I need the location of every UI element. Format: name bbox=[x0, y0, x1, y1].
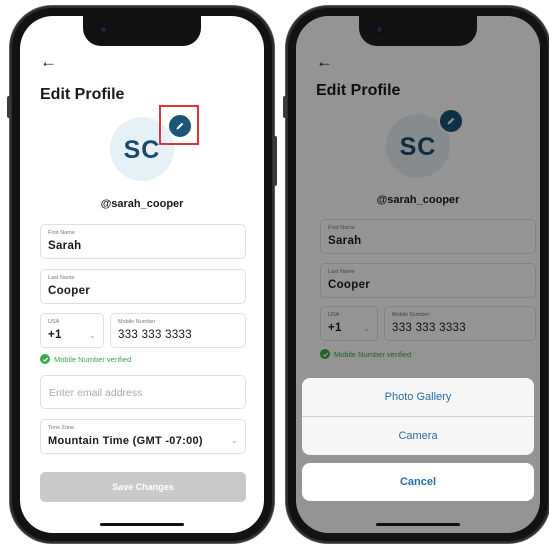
last-name-label: Last Name bbox=[48, 275, 75, 281]
side-button bbox=[273, 136, 277, 186]
photo-gallery-option[interactable]: Photo Gallery bbox=[302, 378, 534, 416]
chevron-down-icon: ⌄ bbox=[89, 331, 96, 340]
mobile-label: Mobile Number bbox=[118, 319, 156, 325]
save-changes-button[interactable]: Save Changes bbox=[40, 472, 246, 502]
notch bbox=[359, 16, 477, 46]
side-button bbox=[7, 96, 11, 118]
first-name-field[interactable]: First Name Sarah bbox=[40, 224, 246, 259]
check-circle-icon bbox=[40, 354, 50, 364]
highlight-box bbox=[159, 105, 199, 145]
last-name-value: Cooper bbox=[48, 285, 91, 297]
back-arrow-icon[interactable]: ← bbox=[40, 53, 57, 70]
cancel-button[interactable]: Cancel bbox=[302, 463, 534, 501]
username: @sarah_cooper bbox=[100, 198, 184, 210]
edit-profile-screen-dimmed: ← Edit Profile SC @sarah_cooper First Na… bbox=[296, 16, 540, 533]
time-zone-select[interactable]: Time Zone Mountain Time (GMT -07:00) ⌄ bbox=[40, 419, 246, 454]
email-field[interactable]: Enter email address bbox=[40, 375, 246, 409]
time-zone-label: Time Zone bbox=[48, 425, 75, 431]
first-name-label: First Name bbox=[48, 230, 75, 236]
phone-right: ← Edit Profile SC @sarah_cooper First Na… bbox=[283, 6, 549, 543]
mobile-number-field[interactable]: Mobile Number 333 333 3333 bbox=[110, 313, 246, 348]
camera-icon bbox=[99, 25, 108, 34]
country-code-select[interactable]: USA +1 ⌄ bbox=[40, 313, 104, 348]
mobile-value: 333 333 3333 bbox=[118, 329, 192, 341]
notch bbox=[83, 16, 201, 46]
modal-overlay[interactable] bbox=[296, 16, 540, 533]
last-name-field[interactable]: Last Name Cooper bbox=[40, 269, 246, 304]
camera-icon bbox=[375, 25, 384, 34]
chevron-down-icon: ⌄ bbox=[231, 436, 238, 445]
camera-option[interactable]: Camera bbox=[302, 417, 534, 455]
action-sheet: Photo Gallery Camera bbox=[302, 378, 534, 455]
phone-left: ← Edit Profile SC @sarah_cooper First Na… bbox=[7, 6, 277, 543]
verified-status: Mobile Number verified bbox=[40, 354, 131, 364]
country-label: USA bbox=[48, 319, 60, 325]
verified-text: Mobile Number verified bbox=[54, 354, 132, 364]
email-placeholder: Enter email address bbox=[49, 387, 143, 399]
home-indicator bbox=[100, 523, 184, 526]
side-button bbox=[283, 96, 287, 118]
country-code-value: +1 bbox=[48, 329, 62, 341]
page-title: Edit Profile bbox=[40, 86, 125, 103]
time-zone-value: Mountain Time (GMT -07:00) bbox=[48, 435, 203, 447]
first-name-value: Sarah bbox=[48, 240, 82, 252]
edit-profile-screen: ← Edit Profile SC @sarah_cooper First Na… bbox=[20, 16, 264, 533]
home-indicator bbox=[376, 523, 460, 526]
